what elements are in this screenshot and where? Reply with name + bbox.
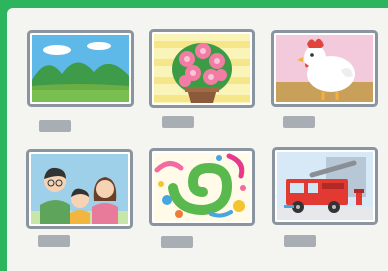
- label-plate-text: [38, 235, 39, 236]
- label-plate: [284, 235, 316, 247]
- potted-flower-icon: [149, 29, 255, 108]
- chicken-icon: [271, 30, 378, 107]
- picture-frame-chicken[interactable]: [271, 30, 378, 107]
- family-portrait-icon: [26, 149, 133, 229]
- label-plate-text: [161, 236, 162, 237]
- label-plate: [38, 235, 70, 247]
- label-plate-text: [39, 120, 40, 121]
- abstract-swirl-icon: [149, 148, 255, 226]
- picture-frame-flower[interactable]: [149, 29, 255, 108]
- fire-truck-icon: [272, 147, 378, 225]
- mountain-landscape-icon: [27, 30, 134, 107]
- label-plate-text: [283, 116, 284, 117]
- label-plate: [161, 236, 193, 248]
- picture-frame-family[interactable]: [26, 149, 133, 229]
- label-plate: [283, 116, 315, 128]
- picture-frame-mountains[interactable]: [27, 30, 134, 107]
- picture-frame-firetruck[interactable]: [272, 147, 378, 225]
- label-plate: [39, 120, 71, 132]
- label-plate: [162, 116, 194, 128]
- label-plate-text: [284, 235, 285, 236]
- picture-frame-abstract[interactable]: [149, 148, 255, 226]
- label-plate-text: [162, 116, 163, 117]
